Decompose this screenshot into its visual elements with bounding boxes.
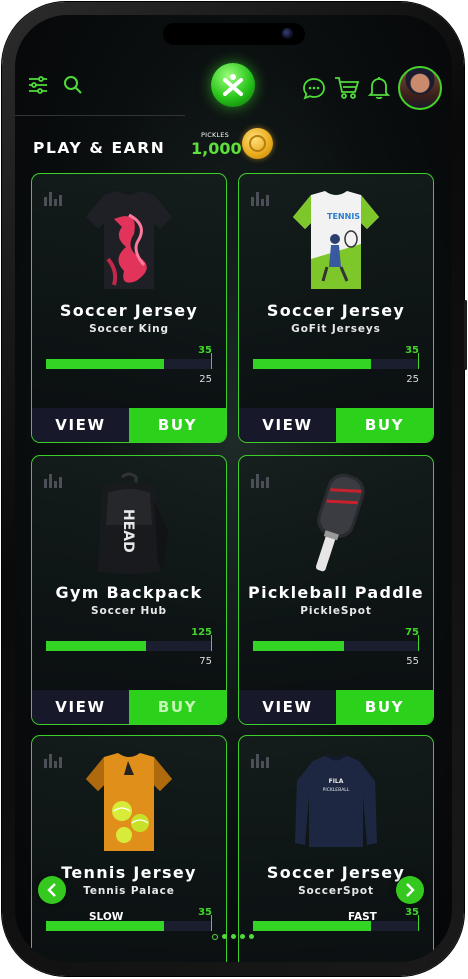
product-name: Soccer Jersey: [266, 301, 406, 320]
progress-fill: [46, 359, 164, 369]
app-logo[interactable]: [211, 63, 255, 107]
page-dot[interactable]: [231, 934, 236, 939]
product-store: Soccer King: [89, 323, 169, 335]
fast-label[interactable]: FAST: [348, 911, 377, 923]
app-screen: PLAY & EARN PICKLES 1,000 Soccer Jersey …: [15, 15, 452, 962]
page-dot[interactable]: [249, 934, 254, 939]
pickles-label: PICKLES: [201, 131, 229, 139]
prev-arrow-button[interactable]: [38, 876, 66, 904]
view-button[interactable]: VIEW: [32, 408, 129, 442]
header-divider: [15, 115, 185, 116]
product-name: Gym Backpack: [55, 583, 203, 602]
sweatshirt-line: PICKLEBALL: [323, 787, 350, 793]
chevron-right-icon: [406, 883, 415, 897]
navy-sweatshirt-image: FILA PICKLEBALL: [295, 753, 377, 847]
backpack-image: HEAD: [98, 472, 168, 574]
progress-max: 35: [405, 345, 419, 356]
product-card: Tennis Jersey Tennis Palace 35: [31, 735, 227, 962]
page-dot[interactable]: [240, 934, 245, 939]
progress-fill: [253, 359, 371, 369]
progress-marker: [211, 915, 212, 931]
camera-icon: [282, 28, 293, 39]
progress-bar: [46, 635, 212, 651]
progress-marker: [418, 915, 419, 931]
view-button[interactable]: VIEW: [239, 408, 336, 442]
buy-button[interactable]: BUY: [336, 690, 433, 724]
pickles-balance: 1,000: [191, 139, 242, 158]
progress-current: 75: [199, 656, 212, 667]
bell-icon[interactable]: [368, 76, 390, 100]
avatar[interactable]: [398, 66, 442, 110]
progress-fill: [253, 641, 345, 651]
tennis-jersey-image: TENNIS: [293, 191, 379, 289]
product-store: GoFit Jerseys: [291, 323, 381, 335]
progress-current: 55: [406, 656, 419, 667]
product-card: Pickleball Paddle PickleSpot 75 55 VIEW …: [238, 455, 434, 725]
dragon-jersey-image: [86, 191, 172, 289]
side-button: [464, 300, 467, 370]
svg-text:TENNIS: TENNIS: [327, 212, 360, 221]
progress-marker: [418, 353, 419, 369]
buy-button[interactable]: BUY: [129, 690, 226, 724]
progress-max: 75: [405, 627, 419, 638]
page-dot[interactable]: [212, 934, 218, 940]
product-name: Pickleball Paddle: [248, 583, 424, 602]
view-button[interactable]: VIEW: [239, 690, 336, 724]
progress-bar: [253, 353, 419, 369]
progress-max: 35: [405, 907, 419, 918]
product-card: FILA PICKLEBALL Soccer Jersey SoccerSpot…: [238, 735, 434, 962]
stats-icon[interactable]: [251, 754, 271, 768]
page-title: PLAY & EARN: [33, 139, 166, 157]
product-name: Soccer Jersey: [59, 301, 199, 320]
view-button[interactable]: VIEW: [32, 690, 129, 724]
paddle-image: [315, 473, 365, 572]
stats-icon[interactable]: [44, 474, 64, 488]
chevron-left-icon: [47, 883, 56, 897]
product-card: HEAD Gym Backpack Soccer Hub 125 75 VIEW…: [31, 455, 227, 725]
cart-icon[interactable]: [334, 76, 360, 100]
stats-icon[interactable]: [44, 192, 64, 206]
progress-bar: [46, 915, 212, 931]
progress-current: 25: [199, 374, 212, 385]
stats-icon[interactable]: [251, 474, 271, 488]
sweatshirt-brand: FILA: [329, 778, 344, 785]
filters-icon[interactable]: [28, 76, 48, 94]
notch: [163, 23, 305, 45]
progress-marker: [211, 635, 212, 651]
page-indicator[interactable]: [212, 934, 254, 940]
progress-current: 25: [406, 374, 419, 385]
slow-label[interactable]: SLOW: [89, 911, 123, 923]
orange-tennis-jersey-image: [86, 753, 172, 851]
page-dot[interactable]: [222, 934, 227, 939]
product-store: PickleSpot: [300, 605, 372, 617]
progress-marker: [211, 353, 212, 369]
progress-max: 35: [198, 345, 212, 356]
search-icon[interactable]: [63, 75, 83, 95]
progress-bar: [46, 353, 212, 369]
product-card: TENNIS Soccer Jersey GoFit Jerseys 35 25…: [238, 173, 434, 443]
next-arrow-button[interactable]: [396, 876, 424, 904]
progress-max: 125: [191, 627, 212, 638]
stats-icon[interactable]: [44, 754, 64, 768]
buy-button[interactable]: BUY: [129, 408, 226, 442]
progress-max: 35: [198, 907, 212, 918]
pickle-coin-icon: [242, 128, 273, 159]
progress-marker: [418, 635, 419, 651]
progress-fill: [46, 641, 146, 651]
progress-bar: [253, 915, 419, 931]
product-card: Soccer Jersey Soccer King 35 25 VIEW BUY: [31, 173, 227, 443]
buy-button[interactable]: BUY: [336, 408, 433, 442]
stats-icon[interactable]: [251, 192, 271, 206]
product-store: Soccer Hub: [91, 605, 167, 617]
svg-text:HEAD: HEAD: [120, 509, 136, 553]
progress-bar: [253, 635, 419, 651]
chat-icon[interactable]: [302, 77, 326, 101]
